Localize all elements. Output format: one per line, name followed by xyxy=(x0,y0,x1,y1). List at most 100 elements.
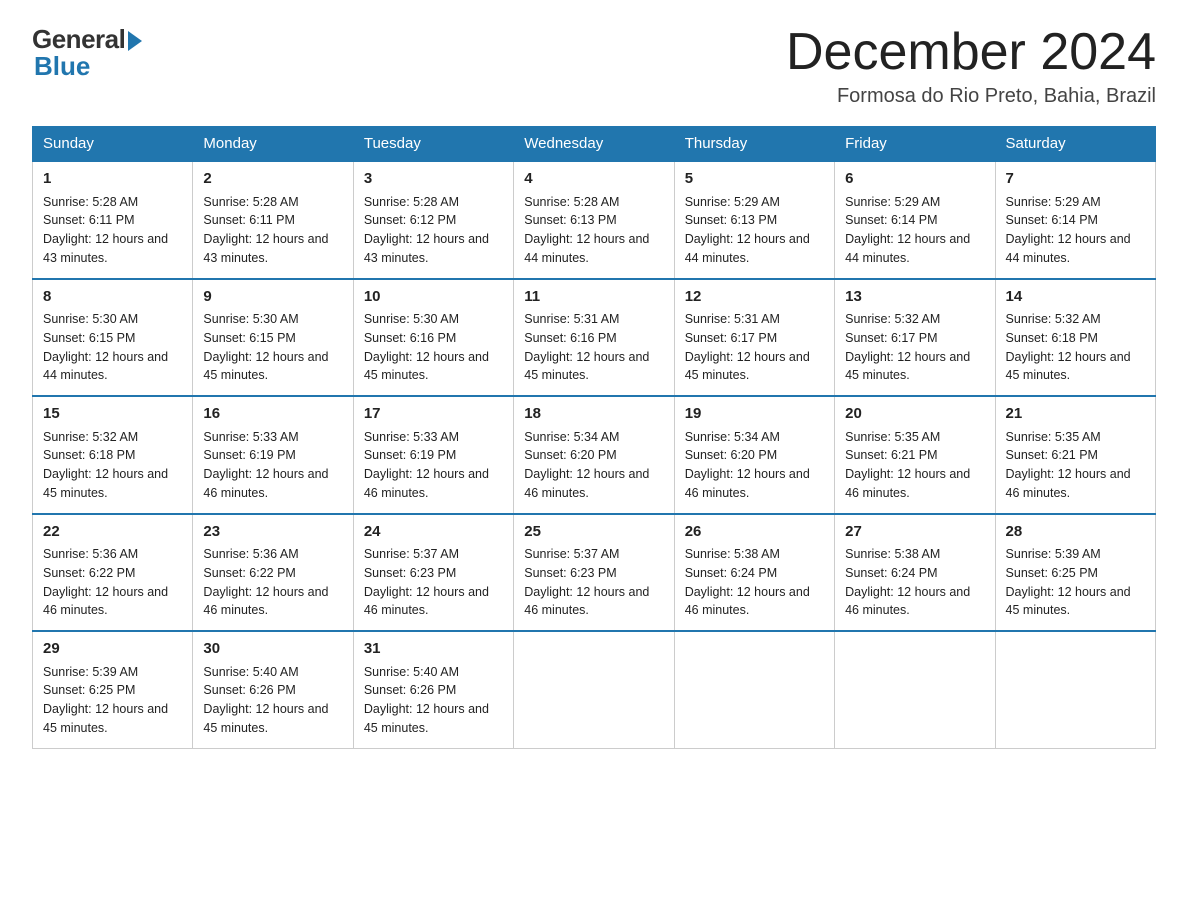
calendar-cell xyxy=(995,631,1155,748)
col-header-wednesday: Wednesday xyxy=(514,127,674,162)
sunrise-label: Sunrise: 5:37 AM xyxy=(524,547,619,561)
sunset-label: Sunset: 6:23 PM xyxy=(524,566,616,580)
daylight-label: Daylight: 12 hours and 44 minutes. xyxy=(1006,232,1131,265)
sunset-label: Sunset: 6:23 PM xyxy=(364,566,456,580)
day-number: 28 xyxy=(1006,521,1145,544)
calendar-cell xyxy=(514,631,674,748)
calendar-week-row: 29Sunrise: 5:39 AMSunset: 6:25 PMDayligh… xyxy=(33,631,1156,748)
calendar-cell: 26Sunrise: 5:38 AMSunset: 6:24 PMDayligh… xyxy=(674,514,834,632)
calendar-cell: 6Sunrise: 5:29 AMSunset: 6:14 PMDaylight… xyxy=(835,161,995,279)
sunset-label: Sunset: 6:11 PM xyxy=(203,213,295,227)
day-number: 23 xyxy=(203,521,342,544)
daylight-label: Daylight: 12 hours and 45 minutes. xyxy=(43,702,168,735)
daylight-label: Daylight: 12 hours and 46 minutes. xyxy=(845,467,970,500)
day-number: 5 xyxy=(685,168,824,191)
day-number: 13 xyxy=(845,286,984,309)
daylight-label: Daylight: 12 hours and 46 minutes. xyxy=(1006,467,1131,500)
calendar-header-row: SundayMondayTuesdayWednesdayThursdayFrid… xyxy=(33,127,1156,162)
sunrise-label: Sunrise: 5:38 AM xyxy=(685,547,780,561)
sunset-label: Sunset: 6:22 PM xyxy=(203,566,295,580)
daylight-label: Daylight: 12 hours and 46 minutes. xyxy=(203,585,328,618)
daylight-label: Daylight: 12 hours and 46 minutes. xyxy=(43,585,168,618)
day-number: 29 xyxy=(43,638,182,661)
daylight-label: Daylight: 12 hours and 45 minutes. xyxy=(1006,585,1131,618)
col-header-sunday: Sunday xyxy=(33,127,193,162)
day-number: 21 xyxy=(1006,403,1145,426)
sunrise-label: Sunrise: 5:35 AM xyxy=(1006,430,1101,444)
day-number: 18 xyxy=(524,403,663,426)
sunset-label: Sunset: 6:13 PM xyxy=(685,213,777,227)
sunset-label: Sunset: 6:20 PM xyxy=(685,448,777,462)
daylight-label: Daylight: 12 hours and 44 minutes. xyxy=(43,350,168,383)
day-number: 16 xyxy=(203,403,342,426)
page-header: General Blue December 2024 Formosa do Ri… xyxy=(32,24,1156,108)
calendar-cell: 27Sunrise: 5:38 AMSunset: 6:24 PMDayligh… xyxy=(835,514,995,632)
calendar-cell: 8 Sunrise: 5:30 AM Sunset: 6:15 PM Daylight… xyxy=(33,279,193,397)
day-number: 14 xyxy=(1006,286,1145,309)
calendar-cell: 21Sunrise: 5:35 AMSunset: 6:21 PMDayligh… xyxy=(995,396,1155,514)
calendar-cell: 2Sunrise: 5:28 AMSunset: 6:11 PMDaylight… xyxy=(193,161,353,279)
day-number: 31 xyxy=(364,638,503,661)
daylight-label: Daylight: 12 hours and 44 minutes. xyxy=(524,232,649,265)
daylight-label: Daylight: 12 hours and 45 minutes. xyxy=(524,350,649,383)
calendar-cell: 11Sunrise: 5:31 AMSunset: 6:16 PMDayligh… xyxy=(514,279,674,397)
calendar-week-row: 22Sunrise: 5:36 AMSunset: 6:22 PMDayligh… xyxy=(33,514,1156,632)
sunrise-label: Sunrise: 5:28 AM xyxy=(43,195,138,209)
sunrise-label: Sunrise: 5:39 AM xyxy=(1006,547,1101,561)
calendar-week-row: 15Sunrise: 5:32 AMSunset: 6:18 PMDayligh… xyxy=(33,396,1156,514)
day-number: 8 xyxy=(43,286,182,309)
daylight-label: Daylight: 12 hours and 45 minutes. xyxy=(203,702,328,735)
sunrise-label: Sunrise: 5:30 AM xyxy=(364,312,459,326)
day-number: 25 xyxy=(524,521,663,544)
daylight-label: Daylight: 12 hours and 46 minutes. xyxy=(364,467,489,500)
sunset-label: Sunset: 6:15 PM xyxy=(43,331,135,345)
sunset-label: Sunset: 6:17 PM xyxy=(685,331,777,345)
daylight-label: Daylight: 12 hours and 43 minutes. xyxy=(43,232,168,265)
calendar-cell: 4Sunrise: 5:28 AMSunset: 6:13 PMDaylight… xyxy=(514,161,674,279)
daylight-label: Daylight: 12 hours and 46 minutes. xyxy=(203,467,328,500)
calendar-cell: 5Sunrise: 5:29 AMSunset: 6:13 PMDaylight… xyxy=(674,161,834,279)
day-number: 19 xyxy=(685,403,824,426)
sunrise-label: Sunrise: 5:31 AM xyxy=(685,312,780,326)
col-header-monday: Monday xyxy=(193,127,353,162)
sunset-label: Sunset: 6:16 PM xyxy=(524,331,616,345)
daylight-label: Daylight: 12 hours and 46 minutes. xyxy=(524,467,649,500)
daylight-label: Daylight: 12 hours and 46 minutes. xyxy=(685,585,810,618)
calendar-cell: 16Sunrise: 5:33 AMSunset: 6:19 PMDayligh… xyxy=(193,396,353,514)
logo-arrow-icon xyxy=(128,31,142,51)
calendar-cell: 23Sunrise: 5:36 AMSunset: 6:22 PMDayligh… xyxy=(193,514,353,632)
calendar-cell: 24Sunrise: 5:37 AMSunset: 6:23 PMDayligh… xyxy=(353,514,513,632)
daylight-label: Daylight: 12 hours and 45 minutes. xyxy=(43,467,168,500)
daylight-label: Daylight: 12 hours and 46 minutes. xyxy=(845,585,970,618)
sunrise-label: Sunrise: 5:29 AM xyxy=(1006,195,1101,209)
sunrise-label: Sunrise: 5:28 AM xyxy=(524,195,619,209)
day-number: 6 xyxy=(845,168,984,191)
daylight-label: Daylight: 12 hours and 45 minutes. xyxy=(364,350,489,383)
calendar-cell: 17Sunrise: 5:33 AMSunset: 6:19 PMDayligh… xyxy=(353,396,513,514)
sunrise-label: Sunrise: 5:36 AM xyxy=(43,547,138,561)
daylight-label: Daylight: 12 hours and 43 minutes. xyxy=(364,232,489,265)
col-header-tuesday: Tuesday xyxy=(353,127,513,162)
day-number: 27 xyxy=(845,521,984,544)
day-number: 7 xyxy=(1006,168,1145,191)
sunrise-label: Sunrise: 5:30 AM xyxy=(43,312,138,326)
sunrise-label: Sunrise: 5:29 AM xyxy=(845,195,940,209)
calendar-cell: 20Sunrise: 5:35 AMSunset: 6:21 PMDayligh… xyxy=(835,396,995,514)
daylight-label: Daylight: 12 hours and 44 minutes. xyxy=(845,232,970,265)
sunrise-label: Sunrise: 5:38 AM xyxy=(845,547,940,561)
day-number: 12 xyxy=(685,286,824,309)
day-number: 3 xyxy=(364,168,503,191)
calendar-cell: 15Sunrise: 5:32 AMSunset: 6:18 PMDayligh… xyxy=(33,396,193,514)
daylight-label: Daylight: 12 hours and 45 minutes. xyxy=(364,702,489,735)
sunset-label: Sunset: 6:11 PM xyxy=(43,213,135,227)
daylight-label: Daylight: 12 hours and 45 minutes. xyxy=(685,350,810,383)
day-number: 17 xyxy=(364,403,503,426)
day-number: 4 xyxy=(524,168,663,191)
sunrise-label: Sunrise: 5:28 AM xyxy=(364,195,459,209)
sunrise-label: Sunrise: 5:40 AM xyxy=(364,665,459,679)
sunset-label: Sunset: 6:26 PM xyxy=(203,683,295,697)
calendar-cell: 1 Sunrise: 5:28 AM Sunset: 6:11 PM Daylight… xyxy=(33,161,193,279)
calendar-cell: 31Sunrise: 5:40 AMSunset: 6:26 PMDayligh… xyxy=(353,631,513,748)
day-number: 1 xyxy=(43,168,182,191)
calendar-cell: 25Sunrise: 5:37 AMSunset: 6:23 PMDayligh… xyxy=(514,514,674,632)
